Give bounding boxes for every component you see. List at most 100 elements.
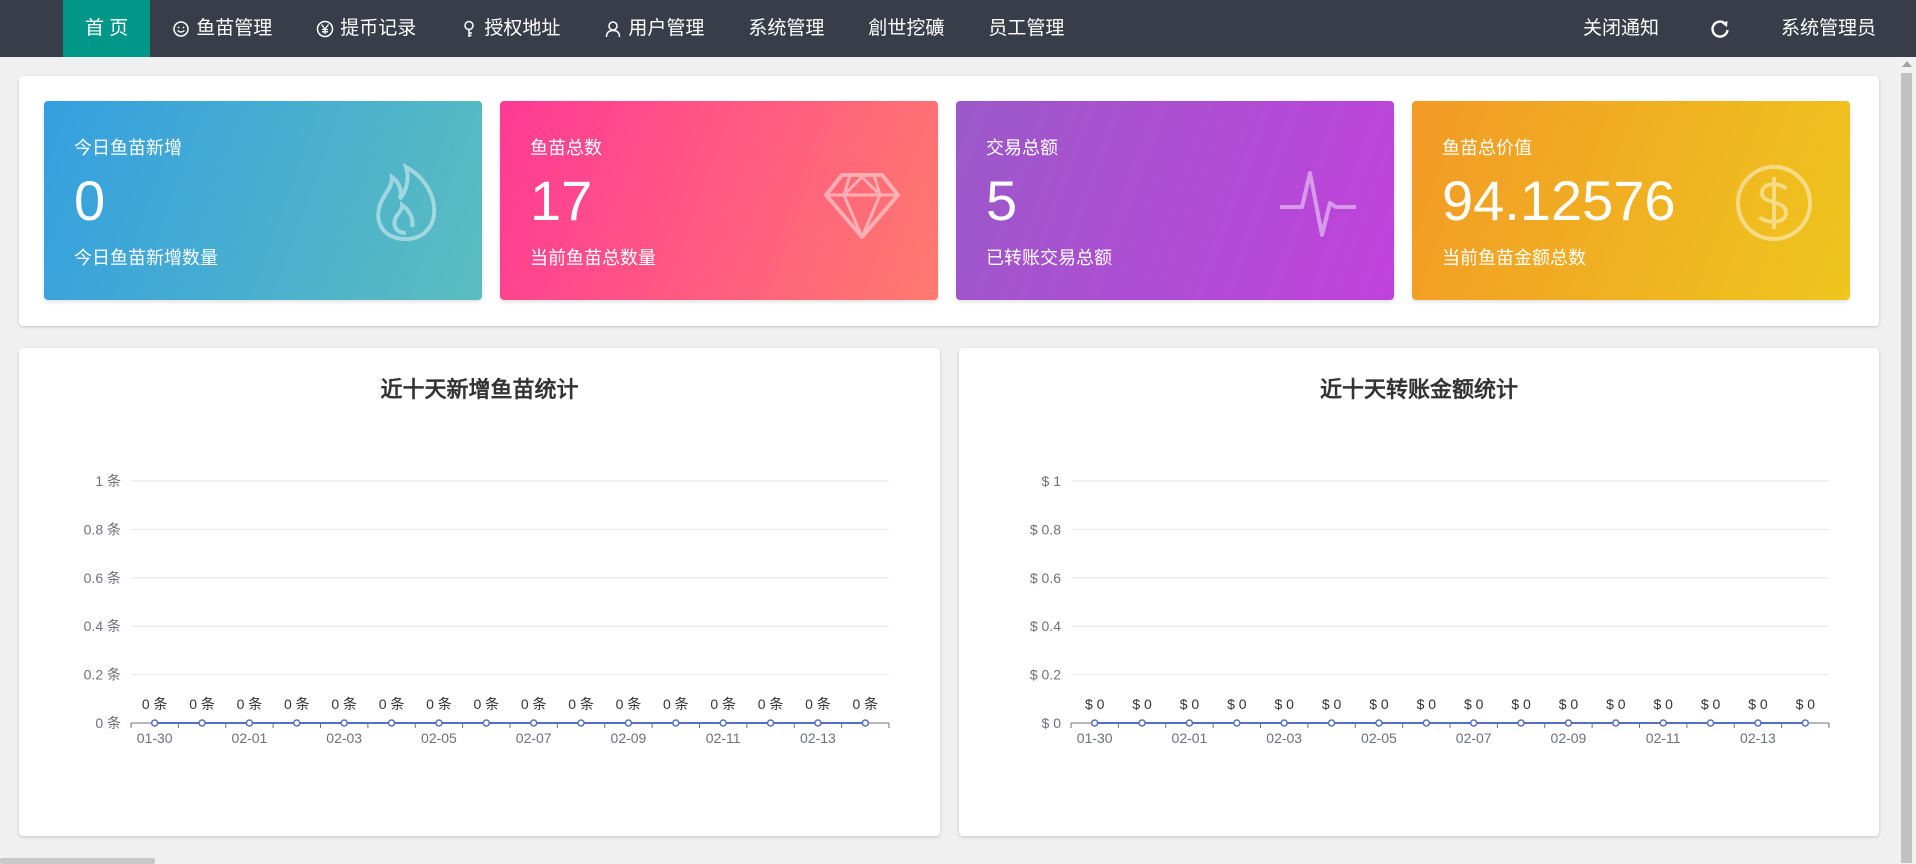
data-point bbox=[150, 719, 159, 727]
data-label: $ 0 bbox=[1132, 696, 1152, 712]
scroll-thumb[interactable] bbox=[1901, 73, 1912, 863]
nav-fry-management[interactable]: 鱼苗管理 bbox=[150, 0, 294, 57]
y-tick-label: $ 0 bbox=[1042, 715, 1062, 731]
data-label: $ 0 bbox=[1796, 696, 1816, 712]
main-nav: 首 页 鱼苗管理 提币记录 授权地址 用户管理 系统管理 創世挖礦 员工管理 bbox=[63, 0, 1086, 57]
data-label: 0 条 bbox=[758, 696, 784, 712]
nav-user-management[interactable]: 用户管理 bbox=[582, 0, 726, 57]
data-label: $ 0 bbox=[1227, 696, 1247, 712]
data-label: $ 0 bbox=[1417, 696, 1437, 712]
nav-system-label: 系统管理 bbox=[748, 17, 825, 39]
nav-withdraw-label: 提币记录 bbox=[340, 17, 417, 39]
admin-menu[interactable]: 系统管理员 bbox=[1759, 0, 1916, 57]
scroll-up-arrow[interactable] bbox=[1902, 61, 1912, 67]
data-label: $ 0 bbox=[1559, 696, 1579, 712]
x-tick-label: 01-30 bbox=[1077, 730, 1113, 746]
data-point bbox=[340, 719, 348, 727]
nav-home[interactable]: 首 页 bbox=[63, 0, 151, 57]
y-tick-label: $ 0.4 bbox=[1030, 618, 1061, 634]
data-label: $ 0 bbox=[1085, 696, 1105, 712]
x-tick-label: 01-30 bbox=[137, 730, 173, 746]
data-point bbox=[1564, 719, 1573, 727]
x-tick-label: 02-01 bbox=[1172, 730, 1208, 746]
data-label: 0 条 bbox=[142, 696, 168, 712]
y-tick-label: 0.4 条 bbox=[84, 618, 121, 634]
x-tick-label: 02-05 bbox=[421, 730, 457, 746]
data-point bbox=[1280, 719, 1288, 727]
data-label: 0 条 bbox=[568, 696, 594, 712]
x-tick-label: 02-11 bbox=[706, 730, 741, 746]
x-tick-label: 02-07 bbox=[516, 730, 552, 746]
data-point bbox=[293, 719, 301, 727]
data-label: 0 条 bbox=[521, 696, 547, 712]
data-point bbox=[245, 719, 254, 727]
data-point bbox=[814, 719, 822, 727]
x-tick-label: 02-01 bbox=[232, 730, 268, 746]
pulse-icon bbox=[1280, 171, 1356, 237]
data-label: $ 0 bbox=[1322, 696, 1342, 712]
y-tick-label: $ 0.2 bbox=[1030, 667, 1061, 683]
data-point bbox=[387, 719, 396, 727]
nav-mining-label: 創世挖礦 bbox=[868, 17, 945, 39]
data-point bbox=[1090, 719, 1099, 727]
data-label: $ 0 bbox=[1701, 696, 1721, 712]
diamond-icon bbox=[824, 173, 900, 239]
data-label: $ 0 bbox=[1748, 696, 1768, 712]
data-point bbox=[529, 719, 538, 727]
x-tick-label: 02-11 bbox=[1646, 730, 1681, 746]
nav-system-management[interactable]: 系统管理 bbox=[726, 0, 846, 57]
nav-user-label: 用户管理 bbox=[628, 17, 705, 39]
card-desc: 当前鱼苗总数量 bbox=[530, 248, 656, 268]
y-tick-label: $ 0.6 bbox=[1030, 570, 1061, 586]
data-label: 0 条 bbox=[426, 696, 452, 712]
data-label: 0 条 bbox=[284, 696, 310, 712]
vertical-scrollbar[interactable] bbox=[1897, 57, 1916, 864]
refresh-icon bbox=[1711, 19, 1729, 38]
dollar-icon bbox=[1736, 165, 1812, 241]
data-label: $ 0 bbox=[1606, 696, 1626, 712]
x-tick-label: 02-09 bbox=[1551, 730, 1587, 746]
data-label: 0 条 bbox=[663, 696, 689, 712]
user-icon bbox=[606, 20, 621, 37]
card-title: 鱼苗总数 bbox=[530, 138, 602, 158]
data-label: $ 0 bbox=[1180, 696, 1200, 712]
data-point bbox=[435, 719, 443, 727]
data-label: 0 条 bbox=[379, 696, 405, 712]
nav-staff-label: 员工管理 bbox=[988, 17, 1065, 39]
chart-panel-new-fry: 近十天新增鱼苗统计 0 条 0.2 条 0.4 条 0.6 条 0.8 条1 条 01-3… bbox=[19, 348, 940, 836]
nav-staff-management[interactable]: 员工管理 bbox=[966, 0, 1086, 57]
nav-genesis-mining[interactable]: 創世挖礦 bbox=[846, 0, 966, 57]
stat-cards: 今日鱼苗新增 0 今日鱼苗新增数量 鱼苗总数 17 当前鱼苗总数量 交易总额 5… bbox=[44, 101, 1850, 300]
data-point bbox=[1612, 719, 1620, 727]
card-desc: 已转账交易总额 bbox=[986, 248, 1112, 268]
chart-panel-transfer-amount: 近十天转账金额统计 $ 0 $ 0.2 $ 0.4 $ 0.6 $ 0.8 $ 1 01-3… bbox=[959, 348, 1879, 836]
data-point bbox=[766, 719, 775, 727]
data-point bbox=[1185, 719, 1194, 727]
nav-auth-address[interactable]: 授权地址 bbox=[438, 0, 582, 57]
data-point bbox=[1233, 719, 1241, 727]
data-point bbox=[861, 719, 870, 727]
refresh-button[interactable] bbox=[1681, 0, 1759, 57]
data-point bbox=[719, 719, 727, 727]
close-notice-button[interactable]: 关闭通知 bbox=[1561, 0, 1681, 57]
data-label: 0 条 bbox=[616, 696, 642, 712]
data-point bbox=[1327, 719, 1336, 727]
horizontal-scrollbar[interactable] bbox=[0, 858, 155, 864]
y-tick-label: $ 0.8 bbox=[1030, 521, 1061, 537]
data-label: 0 条 bbox=[473, 696, 499, 712]
flame-icon bbox=[376, 163, 437, 242]
line-chart-new-fry: 0 条 0.2 条 0.4 条 0.6 条 0.8 条 1 条 01-30 02-01 02-0… bbox=[84, 473, 890, 746]
y-tick-label: 0.8 条 bbox=[84, 521, 121, 537]
data-point bbox=[1706, 719, 1715, 727]
data-point bbox=[1138, 719, 1146, 727]
card-total-fry: 鱼苗总数 17 当前鱼苗总数量 bbox=[500, 101, 938, 300]
data-label: 0 条 bbox=[710, 696, 736, 712]
card-desc: 当前鱼苗金额总数 bbox=[1442, 248, 1586, 268]
key-icon bbox=[464, 20, 475, 37]
x-tick-label: 02-07 bbox=[1456, 730, 1492, 746]
stats-panel: 今日鱼苗新增 0 今日鱼苗新增数量 鱼苗总数 17 当前鱼苗总数量 交易总额 5… bbox=[19, 76, 1879, 326]
nav-fry-label: 鱼苗管理 bbox=[196, 17, 273, 39]
data-label: 0 条 bbox=[852, 696, 878, 712]
data-point bbox=[1422, 719, 1431, 727]
nav-withdraw-records[interactable]: 提币记录 bbox=[294, 0, 438, 57]
